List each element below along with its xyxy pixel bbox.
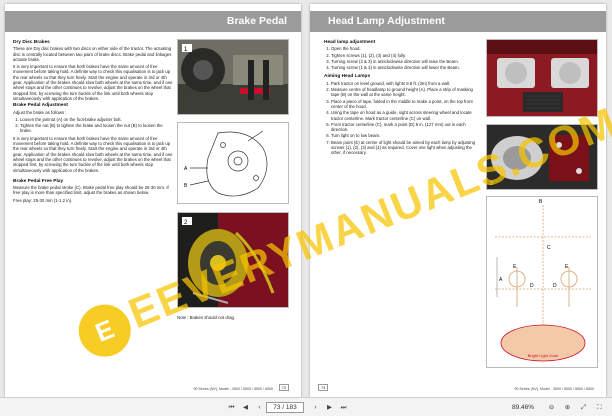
list-item: Using the tape on hood as a guide, sight…	[331, 110, 480, 121]
prev-arrow-icon[interactable]: ‹	[254, 402, 265, 413]
list-item: Turning screw (2 & 3) in anticlockwise d…	[331, 59, 480, 64]
page-number: 74	[318, 384, 329, 391]
first-page-button[interactable]: ⏮	[226, 402, 237, 413]
previous-page-button[interactable]: ◀	[240, 402, 251, 413]
svg-text:D: D	[553, 283, 557, 289]
zoom-in-icon[interactable]: ⊕	[562, 402, 573, 413]
list-item: Tighten screws (1), (2), (3) and (4) ful…	[331, 53, 480, 58]
svg-text:E: E	[513, 264, 517, 270]
list-item: Loosen the jamnut (A) on the foot-brake …	[20, 117, 173, 122]
svg-text:A: A	[499, 277, 503, 283]
paragraph: Measure the brake pedal stroke (C). Brak…	[13, 185, 169, 196]
svg-text:B: B	[539, 199, 543, 205]
headlamp-screws-photo: 3	[486, 124, 598, 190]
svg-text:B: B	[184, 183, 188, 189]
aiming-diagram: B C E E D D A Bright Light Zone	[486, 196, 598, 368]
list-item: Park tractor on level ground, with light…	[331, 81, 480, 86]
paragraph: It is very important to ensure that both…	[13, 64, 173, 101]
section-title: Dry Disc Brakes	[13, 40, 50, 45]
left-text-column: Dry Disc Brakes These are Dry disc brake…	[13, 38, 173, 205]
list-item: Measure centre of headlamp to ground hei…	[331, 87, 480, 98]
section-title: Aiming Head Lamps	[324, 74, 371, 80]
brake-pedal-photo-art: 1	[178, 40, 288, 114]
fit-page-icon[interactable]: ⤢	[578, 402, 589, 413]
viewer-toolbar: ⏮ ◀ ‹ 73 / 183 › ▶ ⏭ 89.46% ⊖ ⊕ ⤢ ⛶	[0, 397, 612, 416]
next-page-button[interactable]: ▶	[324, 402, 335, 413]
note-text: Note : Brakes should not drag.	[177, 315, 236, 320]
svg-text:C: C	[547, 245, 551, 251]
paragraph: Adjust the brake as follows :	[13, 109, 67, 115]
svg-text:3: 3	[490, 181, 493, 187]
bright-light-zone-label: Bright Light Zone	[528, 353, 559, 358]
svg-text:D: D	[530, 283, 534, 289]
fullscreen-icon[interactable]: ⛶	[594, 402, 605, 413]
brake-linkage-photo-art: 2	[178, 213, 288, 307]
aiming-diagram-art: B C E E D D A Bright Light Zone	[495, 199, 591, 363]
list-item: Turning screw (1 & 3) in anticlockwise d…	[331, 65, 480, 70]
headlamp-photo-art	[487, 40, 597, 116]
steps-list: Park tractor on level ground, with light…	[331, 81, 480, 156]
page-header: Head Lamp Adjustment	[310, 11, 606, 32]
page-73: Brake Pedal Dry Disc Brakes These are Dr…	[5, 4, 301, 397]
document-viewer: Brake Pedal Dry Disc Brakes These are Dr…	[0, 0, 612, 416]
page-74: Head Lamp Adjustment Head lamp adjustmen…	[310, 4, 606, 397]
headlamp-photo	[486, 39, 598, 117]
brake-pedal-photo: 1	[177, 39, 289, 115]
last-page-button[interactable]: ⏭	[338, 402, 349, 413]
page-number-input[interactable]: 73 / 183	[266, 402, 304, 413]
zoom-out-icon[interactable]: ⊖	[546, 402, 557, 413]
zoom-level: 89.46%	[512, 404, 535, 411]
list-item: Beam point (E) at centre of light should…	[331, 140, 480, 156]
list-item: Tighten the nut (B) to tighten the brake…	[20, 123, 173, 134]
steps-list: Loosen the jamnut (A) on the foot-brake …	[20, 117, 173, 134]
list-item: From tractor centerline (C), mark a poin…	[331, 122, 480, 133]
pedal-adjuster-diagram: A B	[184, 130, 268, 197]
paragraph: These are Dry disc brakes with two discs…	[13, 46, 172, 62]
paragraph: It is very important to ensure that both…	[13, 135, 173, 173]
right-text-column: Head lamp adjustment Open the hood. Tigh…	[324, 38, 480, 158]
svg-text:A: A	[184, 166, 188, 172]
section-title: Brake Pedal Free Play	[13, 178, 64, 184]
list-item: Turn light on to low beam.	[331, 133, 480, 138]
next-arrow-icon[interactable]: ›	[310, 402, 321, 413]
brake-linkage-photo: 2	[177, 212, 289, 308]
paragraph: Free play: 25-30 mm (1-1.2 in).	[13, 197, 73, 203]
headlamp-screws-photo-art: 3	[487, 125, 597, 189]
steps-list: Open the hood. Tighten screws (1), (2), …	[331, 46, 480, 70]
section-title: Brake Pedal Adjustment	[13, 103, 69, 109]
page-number: 73	[278, 384, 289, 391]
svg-text:E: E	[565, 264, 569, 270]
page-footer: 90 Series (NV), Model - 3500 / 5000 / 55…	[193, 387, 273, 391]
section-title: Head lamp adjustment	[324, 40, 376, 45]
list-item: Place a piece of tape, folded in the mid…	[331, 99, 480, 110]
pedal-adjuster-drawing: A B	[177, 122, 289, 204]
list-item: Open the hood.	[331, 46, 480, 51]
page-footer: 90 Series (NV), Model - 3500 / 5000 / 55…	[514, 387, 594, 391]
page-header: Brake Pedal	[5, 11, 301, 32]
